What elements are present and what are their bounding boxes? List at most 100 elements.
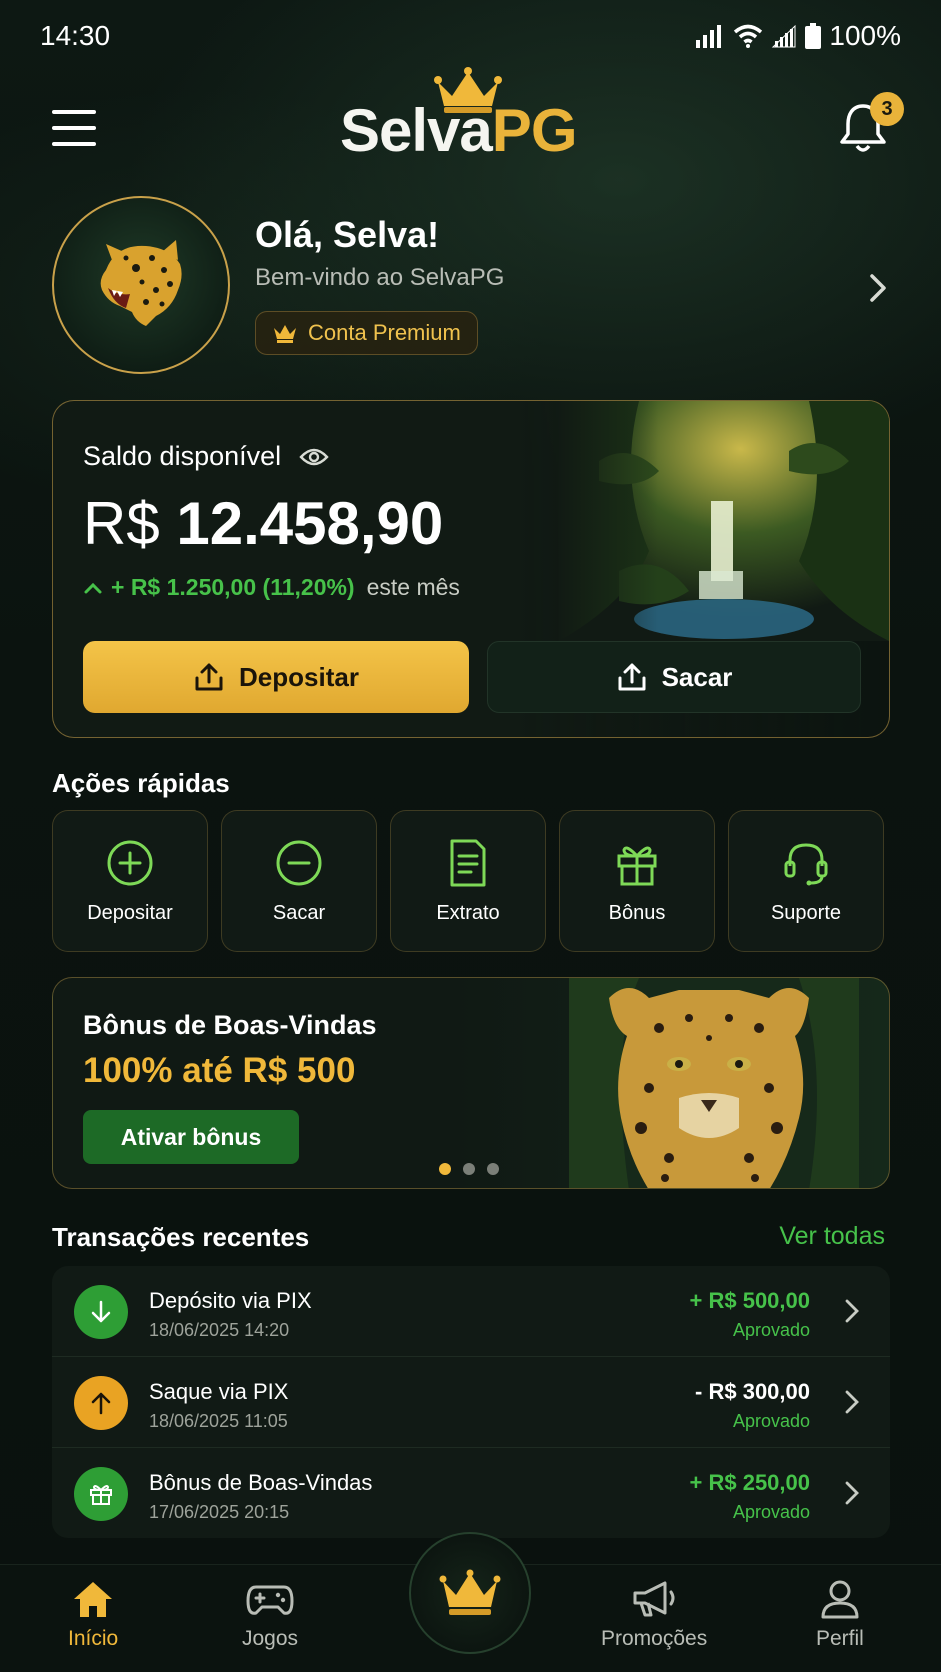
transaction-name: Bônus de Boas-Vindas <box>149 1470 373 1495</box>
transaction-icon <box>74 1467 128 1521</box>
headset-icon <box>784 842 828 885</box>
chevron-up-icon <box>84 582 102 593</box>
transactions-list: Depósito via PIX 18/06/2025 14:20 + R$ 5… <box>52 1266 890 1538</box>
signal-2-icon <box>772 24 796 48</box>
menu-icon[interactable] <box>52 110 96 146</box>
notifications-button[interactable]: 3 <box>838 92 904 160</box>
avatar[interactable] <box>52 196 230 374</box>
chevron-right-icon <box>845 1390 859 1414</box>
balance-change: + R$ 1.250,00 (11,20%) este mês <box>83 574 460 601</box>
document-icon <box>450 839 486 886</box>
arrow-down-icon <box>91 1300 111 1323</box>
transaction-status: Aprovado <box>732 1411 810 1431</box>
nav-promotions[interactable]: Promoções <box>601 1579 707 1651</box>
quick-action-label: Extrato <box>436 901 500 924</box>
crown-icon <box>439 1569 501 1615</box>
carousel-dot[interactable] <box>487 1163 499 1175</box>
balance-value: 12.458,90 <box>176 490 444 557</box>
balance-card: Saldo disponível R$ 12.458,90 + R$ 1.250… <box>52 400 890 738</box>
deposit-button[interactable]: Depositar <box>83 641 469 713</box>
carousel-dot[interactable] <box>463 1163 475 1175</box>
promo-subtitle: 100% até R$ 500 <box>83 1051 356 1090</box>
withdraw-button[interactable]: Sacar <box>487 641 861 713</box>
quick-action-deposit[interactable]: Depositar <box>52 810 208 952</box>
crown-small-icon <box>274 325 296 343</box>
nav-label: Jogos <box>242 1627 299 1650</box>
nav-games[interactable]: Jogos <box>242 1579 298 1651</box>
quick-action-label: Sacar <box>272 901 326 924</box>
gamepad-icon <box>246 1585 294 1615</box>
profile-chevron-icon[interactable] <box>866 270 890 306</box>
activate-bonus-button[interactable]: Ativar bônus <box>83 1110 299 1164</box>
quick-action-label: Depositar <box>87 901 173 924</box>
balance-label-row: Saldo disponível <box>83 441 329 472</box>
chevron-right-icon <box>845 1299 859 1323</box>
quick-action-label: Bônus <box>608 901 666 924</box>
nav-home[interactable]: Início <box>68 1579 118 1651</box>
transaction-date: 18/06/2025 11:05 <box>149 1411 288 1431</box>
deposit-button-label: Depositar <box>239 661 359 692</box>
welcome-text: Bem-vindo ao SelvaPG <box>255 264 505 291</box>
promo-title: Bônus de Boas-Vindas <box>83 1010 377 1040</box>
minus-circle-icon <box>276 840 322 885</box>
transaction-name: Saque via PIX <box>149 1379 289 1404</box>
transaction-amount: - R$ 300,00 <box>695 1379 810 1404</box>
transaction-amount: + R$ 250,00 <box>689 1470 810 1495</box>
transaction-row[interactable]: Saque via PIX 18/06/2025 11:05 - R$ 300,… <box>52 1357 890 1448</box>
brand-name-part1: Selva <box>340 97 493 164</box>
transaction-status: Aprovado <box>732 1502 810 1522</box>
quick-actions-title: Ações rápidas <box>52 768 230 798</box>
transaction-icon <box>74 1376 128 1430</box>
quick-action-bonus[interactable]: Bônus <box>559 810 715 952</box>
upload-icon <box>618 663 646 691</box>
nav-profile[interactable]: Perfil <box>816 1579 864 1651</box>
balance-change-value: + R$ 1.250,00 (11,20%) <box>111 574 355 600</box>
gift-icon <box>90 1485 112 1505</box>
status-time: 14:30 <box>40 20 111 51</box>
withdraw-button-label: Sacar <box>661 661 733 692</box>
balance-amount: R$ 12.458,90 <box>83 489 443 558</box>
notification-badge: 3 <box>870 92 904 126</box>
eye-icon[interactable] <box>299 447 329 467</box>
nav-center-button[interactable] <box>409 1532 531 1654</box>
transaction-date: 18/06/2025 14:20 <box>149 1320 290 1340</box>
welcome-bonus-banner[interactable]: Bônus de Boas-Vindas 100% até R$ 500 Ati… <box>52 977 890 1189</box>
balance-change-period: este mês <box>366 574 460 600</box>
upload-icon <box>195 663 223 691</box>
nav-label: Promoções <box>601 1627 708 1650</box>
battery-text: 100% <box>829 20 901 51</box>
jaguar-avatar-image <box>100 240 182 326</box>
status-icons: 100% <box>695 20 901 52</box>
nav-label: Início <box>68 1627 119 1650</box>
premium-badge: Conta Premium <box>255 311 478 355</box>
transaction-amount: + R$ 500,00 <box>689 1288 810 1313</box>
premium-label: Conta Premium <box>308 320 461 345</box>
jaguar-image <box>569 978 859 1188</box>
user-icon <box>821 1580 859 1619</box>
transaction-date: 17/06/2025 20:15 <box>149 1502 290 1522</box>
nav-label: Perfil <box>816 1627 864 1650</box>
brand-name-part2: PG <box>491 97 578 164</box>
transaction-name: Depósito via PIX <box>149 1288 312 1313</box>
transaction-icon <box>74 1285 128 1339</box>
chevron-right-icon <box>845 1481 859 1505</box>
transaction-row[interactable]: Depósito via PIX 18/06/2025 14:20 + R$ 5… <box>52 1266 890 1357</box>
arrow-up-icon <box>91 1392 111 1415</box>
quick-action-support[interactable]: Suporte <box>728 810 884 952</box>
gift-icon <box>617 846 657 885</box>
carousel-dots <box>439 1163 499 1175</box>
home-icon <box>74 1582 113 1617</box>
carousel-dot-active[interactable] <box>439 1163 451 1175</box>
wifi-icon <box>734 24 763 48</box>
transaction-row[interactable]: Bônus de Boas-Vindas 17/06/2025 20:15 + … <box>52 1448 890 1538</box>
plus-circle-icon <box>107 840 153 885</box>
quick-action-statement[interactable]: Extrato <box>390 810 546 952</box>
brand-logo: SelvaPG <box>340 66 602 166</box>
quick-action-label: Suporte <box>770 901 842 924</box>
quick-action-withdraw[interactable]: Sacar <box>221 810 377 952</box>
balance-currency: R$ <box>83 490 160 557</box>
see-all-link[interactable]: Ver todas <box>779 1222 885 1251</box>
battery-icon <box>805 23 822 49</box>
transaction-status: Aprovado <box>732 1320 810 1340</box>
greeting-text: Olá, Selva! <box>255 214 440 255</box>
